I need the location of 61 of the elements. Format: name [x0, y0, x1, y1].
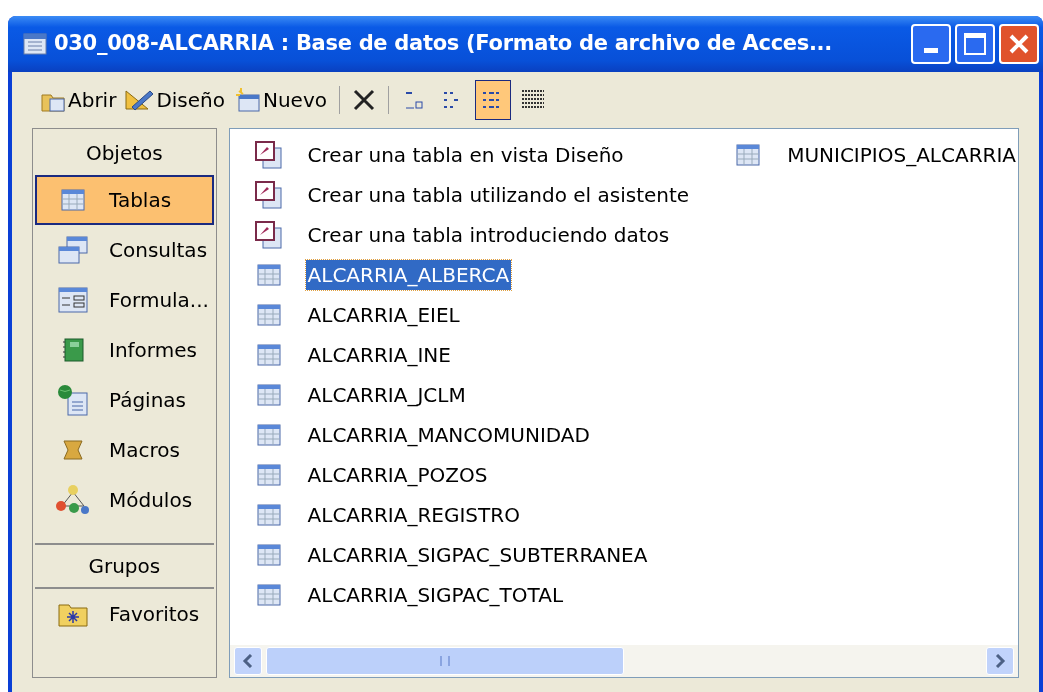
object-type-item[interactable]: Páginas: [35, 375, 214, 425]
table-icon: [256, 464, 281, 486]
open-button[interactable]: Abrir: [38, 80, 119, 120]
scroll-right-button[interactable]: [986, 647, 1014, 675]
table-name[interactable]: ALCARRIA_ALBERCA: [305, 260, 512, 290]
database-icon: [22, 32, 48, 56]
table-icon: [256, 504, 281, 526]
scroll-thumb[interactable]: [265, 647, 624, 675]
table-icon: [256, 544, 281, 566]
scroll-left-button[interactable]: [233, 647, 262, 675]
chevron-right-icon: [994, 654, 1006, 668]
scroll-icon: [61, 438, 85, 462]
list-view-button[interactable]: [475, 80, 511, 120]
favorites-folder-icon: [58, 601, 88, 627]
create-table-shortcut[interactable]: Crear una tabla utilizando el asistente: [305, 180, 692, 210]
table-icon: [256, 304, 281, 326]
table-name[interactable]: ALCARRIA_EIEL: [305, 300, 462, 330]
form-icon: [58, 287, 88, 313]
report-book-icon: [61, 338, 85, 362]
new-table-icon: [233, 87, 261, 113]
object-type-item[interactable]: Módulos: [35, 475, 214, 525]
minimize-button[interactable]: [911, 24, 951, 64]
table-name[interactable]: ALCARRIA_INE: [305, 340, 453, 370]
table-name[interactable]: ALCARRIA_POZOS: [305, 460, 490, 490]
table-name[interactable]: ALCARRIA_MANCOMUNIDAD: [305, 420, 592, 450]
create-table-shortcut[interactable]: Crear una tabla en vista Diseño: [305, 140, 626, 170]
object-type-item[interactable]: Informes: [35, 325, 214, 375]
close-button[interactable]: [999, 24, 1039, 64]
wizard-shortcut-icon: [254, 181, 283, 209]
object-type-item[interactable]: Consultas: [35, 225, 214, 275]
module-icon: [56, 484, 90, 516]
chevron-left-icon: [241, 654, 254, 668]
table-icon: [256, 584, 281, 606]
table-name[interactable]: ALCARRIA_SIGPAC_TOTAL: [305, 580, 566, 610]
object-type-item[interactable]: Favoritos: [35, 589, 214, 639]
table-icon: [256, 424, 281, 446]
section-header[interactable]: Objetos: [35, 131, 214, 175]
globe-page-icon: [57, 384, 89, 416]
create-table-shortcut[interactable]: Crear una tabla introduciendo datos: [305, 220, 672, 250]
table-name[interactable]: MUNICIPIOS_ALCARRIA: [785, 140, 1018, 170]
object-type-item[interactable]: Macros: [35, 425, 214, 475]
close-icon: [1007, 32, 1031, 56]
object-type-item[interactable]: Formula...: [35, 275, 214, 325]
ruler-pencil-icon: [124, 87, 155, 113]
table-name[interactable]: ALCARRIA_REGISTRO: [305, 500, 522, 530]
window-title: 030_008-ALCARRIA : Base de datos (Formato de archivo de Acces...: [54, 30, 832, 58]
table-icon: [61, 189, 85, 211]
object-type-item[interactable]: Tablas: [35, 175, 214, 225]
table-icon: [736, 144, 761, 166]
wizard-shortcut-icon: [254, 141, 283, 169]
design-button[interactable]: Diseño: [122, 80, 227, 120]
new-button[interactable]: Nuevo: [231, 80, 329, 120]
wizard-shortcut-icon: [254, 221, 283, 249]
table-icon: [256, 264, 281, 286]
table-name[interactable]: ALCARRIA_SIGPAC_SUBTERRANEA: [305, 540, 650, 570]
query-icon: [58, 236, 88, 264]
maximize-button[interactable]: [955, 24, 995, 64]
table-icon: [256, 384, 281, 406]
delete-icon: [352, 88, 376, 112]
table-icon: [256, 344, 281, 366]
table-name[interactable]: ALCARRIA_JCLM: [305, 380, 468, 410]
